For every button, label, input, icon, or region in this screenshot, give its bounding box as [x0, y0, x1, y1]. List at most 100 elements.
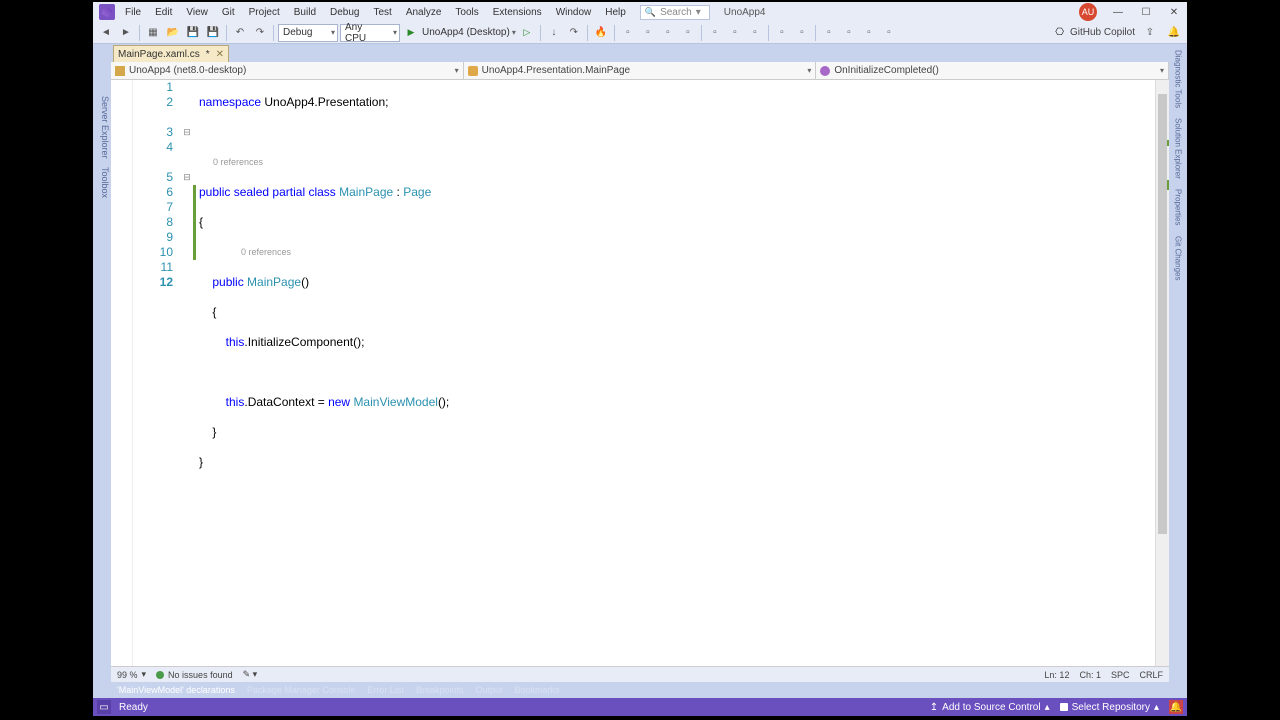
- step-into-button[interactable]: ↓: [545, 24, 563, 42]
- copilot-icon[interactable]: ⎔: [1055, 27, 1064, 38]
- caret-line: Ln: 12: [1044, 670, 1069, 680]
- bottab-declarations[interactable]: 'MainViewModel' declarations: [117, 685, 235, 695]
- menu-file[interactable]: File: [119, 5, 147, 20]
- bottab-errorlist[interactable]: Error List: [367, 685, 404, 695]
- share-button[interactable]: ⇪: [1141, 24, 1159, 42]
- run-target-label[interactable]: UnoApp4 (Desktop): [422, 27, 510, 38]
- save-all-button[interactable]: 💾: [204, 24, 222, 42]
- open-file-button[interactable]: 📂: [164, 24, 182, 42]
- nav-fwd-button[interactable]: ►: [117, 24, 135, 42]
- repo-icon: [1060, 703, 1068, 711]
- nav-back-button[interactable]: ◄: [97, 24, 115, 42]
- scrollbar-thumb[interactable]: [1158, 94, 1167, 534]
- platform-dropdown[interactable]: Any CPU: [340, 24, 400, 42]
- rail-diagnostics[interactable]: Diagnostic Tools: [1174, 46, 1183, 112]
- notifications-icon[interactable]: 🔔: [1169, 700, 1183, 714]
- close-button[interactable]: ✕: [1161, 2, 1187, 22]
- menu-view[interactable]: View: [180, 5, 214, 20]
- code-editor[interactable]: 1 2 3 4 5 6 7 8 9 10 11 12 ⊟: [111, 80, 1169, 666]
- add-source-control-button[interactable]: ↥ Add to Source Control ▴: [930, 702, 1050, 713]
- tb-btn-k[interactable]: ▫: [840, 24, 858, 42]
- codelens[interactable]: 0 references: [199, 155, 1155, 170]
- indent-mode[interactable]: SPC: [1111, 670, 1130, 680]
- line-endings[interactable]: CRLF: [1139, 670, 1163, 680]
- nav-member-dropdown[interactable]: OnInitializeCompleted(): [816, 62, 1169, 79]
- step-over-button[interactable]: ↷: [565, 24, 583, 42]
- nav-class-label: UnoApp4.Presentation.MainPage: [482, 65, 630, 76]
- menu-tools[interactable]: Tools: [449, 5, 484, 20]
- select-repo-button[interactable]: Select Repository ▴: [1060, 702, 1159, 713]
- document-tab-close-icon[interactable]: ✕: [216, 49, 224, 60]
- search-box[interactable]: 🔍 Search ▾: [640, 5, 710, 20]
- tb-btn-a[interactable]: ▫: [619, 24, 637, 42]
- tb-btn-g[interactable]: ▫: [746, 24, 764, 42]
- fold-toggle-icon[interactable]: ⊟: [181, 125, 193, 140]
- rail-server-explorer[interactable]: Server Explorer: [94, 94, 110, 161]
- tb-btn-m[interactable]: ▫: [880, 24, 898, 42]
- minimize-button[interactable]: —: [1105, 2, 1131, 22]
- tb-btn-c[interactable]: ▫: [659, 24, 677, 42]
- new-project-button[interactable]: ▦: [144, 24, 162, 42]
- search-chevron-icon: ▾: [696, 7, 701, 18]
- save-button[interactable]: 💾: [184, 24, 202, 42]
- tb-btn-j[interactable]: ▫: [820, 24, 838, 42]
- rail-toolbox[interactable]: Toolbox: [94, 165, 110, 200]
- status-icon[interactable]: ▭: [97, 700, 111, 714]
- nav-project-label: UnoApp4 (net8.0-desktop): [129, 65, 246, 76]
- start-debug-button[interactable]: ▶: [402, 24, 420, 42]
- menu-window[interactable]: Window: [550, 5, 598, 20]
- user-avatar[interactable]: AU: [1079, 3, 1097, 21]
- status-bar: ▭ Ready ↥ Add to Source Control ▴ Select…: [93, 698, 1187, 716]
- pen-icon[interactable]: ✎ ▾: [243, 669, 258, 680]
- tb-btn-h[interactable]: ▫: [773, 24, 791, 42]
- menu-analyze[interactable]: Analyze: [400, 5, 448, 20]
- tb-btn-b[interactable]: ▫: [639, 24, 657, 42]
- menu-git[interactable]: Git: [216, 5, 241, 20]
- vertical-scrollbar[interactable]: [1155, 80, 1169, 666]
- menu-debug[interactable]: Debug: [324, 5, 365, 20]
- fold-toggle-icon[interactable]: ⊟: [181, 170, 193, 185]
- tb-btn-i[interactable]: ▫: [793, 24, 811, 42]
- issues-indicator[interactable]: No issues found: [156, 670, 233, 680]
- maximize-button[interactable]: ☐: [1133, 2, 1159, 22]
- nav-bar: UnoApp4 (net8.0-desktop) UnoApp4.Present…: [111, 62, 1169, 80]
- start-nodebug-button[interactable]: ▷: [518, 24, 536, 42]
- config-dropdown[interactable]: Debug: [278, 24, 338, 42]
- change-indicator: [193, 80, 197, 666]
- nav-project-dropdown[interactable]: UnoApp4 (net8.0-desktop): [111, 62, 464, 79]
- rail-solution-explorer[interactable]: Solution Explorer: [1174, 114, 1183, 183]
- run-target-chevron-icon[interactable]: ▾: [512, 28, 516, 37]
- code-content[interactable]: namespace UnoApp4.Presentation; 0 refere…: [197, 80, 1155, 666]
- nav-member-label: OnInitializeCompleted(): [834, 65, 939, 76]
- method-icon: [820, 66, 830, 76]
- tb-btn-e[interactable]: ▫: [706, 24, 724, 42]
- zoom-control[interactable]: 99 %▾: [117, 669, 146, 680]
- tb-btn-l[interactable]: ▫: [860, 24, 878, 42]
- redo-button[interactable]: ↷: [251, 24, 269, 42]
- menu-extensions[interactable]: Extensions: [487, 5, 548, 20]
- tb-btn-f[interactable]: ▫: [726, 24, 744, 42]
- bottab-pmc[interactable]: Package Manager Console: [247, 685, 356, 695]
- menu-help[interactable]: Help: [599, 5, 632, 20]
- line-number-gutter: 1 2 3 4 5 6 7 8 9 10 11 12: [133, 80, 181, 666]
- hot-reload-button[interactable]: 🔥: [592, 24, 610, 42]
- bottab-breakpoints[interactable]: Breakpoints: [416, 685, 464, 695]
- right-tool-rail: Diagnostic Tools Solution Explorer Prope…: [1169, 44, 1187, 698]
- menu-build[interactable]: Build: [288, 5, 322, 20]
- title-bar: File Edit View Git Project Build Debug T…: [93, 2, 1187, 22]
- rail-git-changes[interactable]: Git Changes: [1174, 232, 1183, 284]
- undo-button[interactable]: ↶: [231, 24, 249, 42]
- menu-edit[interactable]: Edit: [149, 5, 178, 20]
- copilot-label[interactable]: GitHub Copilot: [1070, 27, 1135, 38]
- bottab-bookmarks[interactable]: Bookmarks: [515, 685, 560, 695]
- bottab-output[interactable]: Output: [475, 685, 502, 695]
- tb-btn-d[interactable]: ▫: [679, 24, 697, 42]
- project-icon: [115, 66, 125, 76]
- menu-project[interactable]: Project: [243, 5, 286, 20]
- nav-class-dropdown[interactable]: UnoApp4.Presentation.MainPage: [464, 62, 817, 79]
- rail-properties[interactable]: Properties: [1174, 185, 1183, 229]
- document-tab-mainpage[interactable]: MainPage.xaml.cs * ✕: [113, 45, 229, 62]
- notifications-button[interactable]: 🔔: [1165, 24, 1183, 42]
- codelens[interactable]: 0 references: [199, 245, 1155, 260]
- menu-test[interactable]: Test: [367, 5, 397, 20]
